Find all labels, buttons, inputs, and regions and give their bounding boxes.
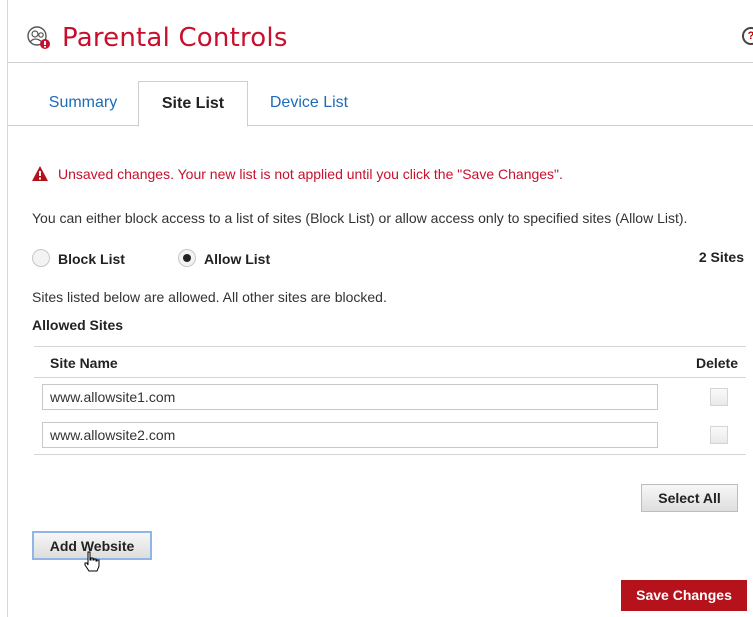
tab-summary[interactable]: Summary [28,81,138,125]
allow-list-label: Allow List [204,251,271,267]
allowed-note: Sites listed below are allowed. All othe… [32,289,387,305]
site-name-input[interactable] [42,422,658,448]
col-delete: Delete [695,355,738,371]
page-title: Parental Controls [62,23,288,53]
description-text: You can either block access to a list of… [32,210,688,226]
block-list-label: Block List [58,251,125,267]
tab-bar: Summary Site List Device List [8,81,753,127]
section-title: Allowed Sites [32,317,124,333]
site-count: 2 Sites [698,249,744,265]
col-site-name: Site Name [50,355,118,371]
sites-table: Site Name Delete [34,346,746,455]
unsaved-warning: Unsaved changes. Your new list is not ap… [32,166,563,182]
site-name-input[interactable] [42,384,658,410]
help-icon[interactable]: ? [742,27,753,45]
content-frame: Parental Controls ? Summary Site List De… [7,0,753,617]
table-row [34,416,746,454]
parental-controls-icon [27,26,50,49]
hand-cursor-icon [84,551,100,572]
block-list-radio[interactable]: Block List [32,249,125,267]
delete-checkbox[interactable] [710,388,728,406]
save-changes-button[interactable]: Save Changes [621,580,747,611]
select-all-button[interactable]: Select All [641,484,738,512]
radio-circle-selected[interactable] [178,249,196,267]
delete-checkbox[interactable] [710,426,728,444]
table-header: Site Name Delete [34,346,746,378]
tab-site-list[interactable]: Site List [138,81,248,127]
page-header: Parental Controls ? [8,0,753,63]
radio-circle[interactable] [32,249,50,267]
table-row [34,378,746,416]
tab-device-list[interactable]: Device List [254,81,364,125]
warning-text: Unsaved changes. Your new list is not ap… [58,166,563,182]
warning-icon [32,166,48,181]
allow-list-radio[interactable]: Allow List [178,249,270,267]
table-footer-line [34,454,746,455]
